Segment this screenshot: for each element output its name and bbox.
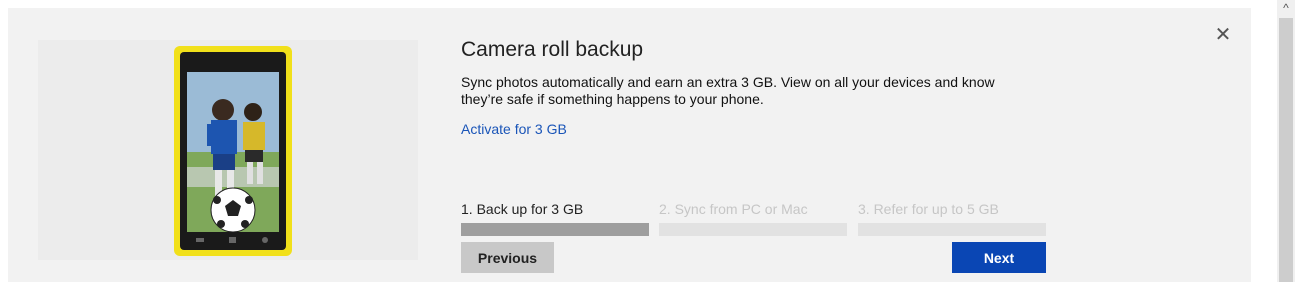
next-button[interactable]: Next <box>952 242 1046 273</box>
step-3-label: 3. Refer for up to 5 GB <box>858 201 999 217</box>
dialog-title: Camera roll backup <box>461 38 644 61</box>
phone-screen-photo <box>187 72 279 232</box>
step-2-progress <box>659 223 847 236</box>
photo-graphic <box>187 72 279 232</box>
step-1-label: 1. Back up for 3 GB <box>461 201 584 217</box>
step-1-progress <box>461 223 649 236</box>
step-2-label: 2. Sync from PC or Mac <box>659 201 808 217</box>
step-3-progress <box>858 223 1046 236</box>
close-icon[interactable]: ✕ <box>1213 24 1233 46</box>
previous-button[interactable]: Previous <box>461 242 554 273</box>
scroll-up-icon[interactable]: ^ <box>1277 0 1295 16</box>
dialog-description: Sync photos automatically and earn an ex… <box>461 74 995 107</box>
phone-body <box>180 52 286 250</box>
activate-link[interactable]: Activate for 3 GB <box>461 121 567 137</box>
phone-image <box>174 46 292 256</box>
scrollbar-thumb[interactable] <box>1279 18 1293 282</box>
phone-nav-keys <box>194 236 272 244</box>
